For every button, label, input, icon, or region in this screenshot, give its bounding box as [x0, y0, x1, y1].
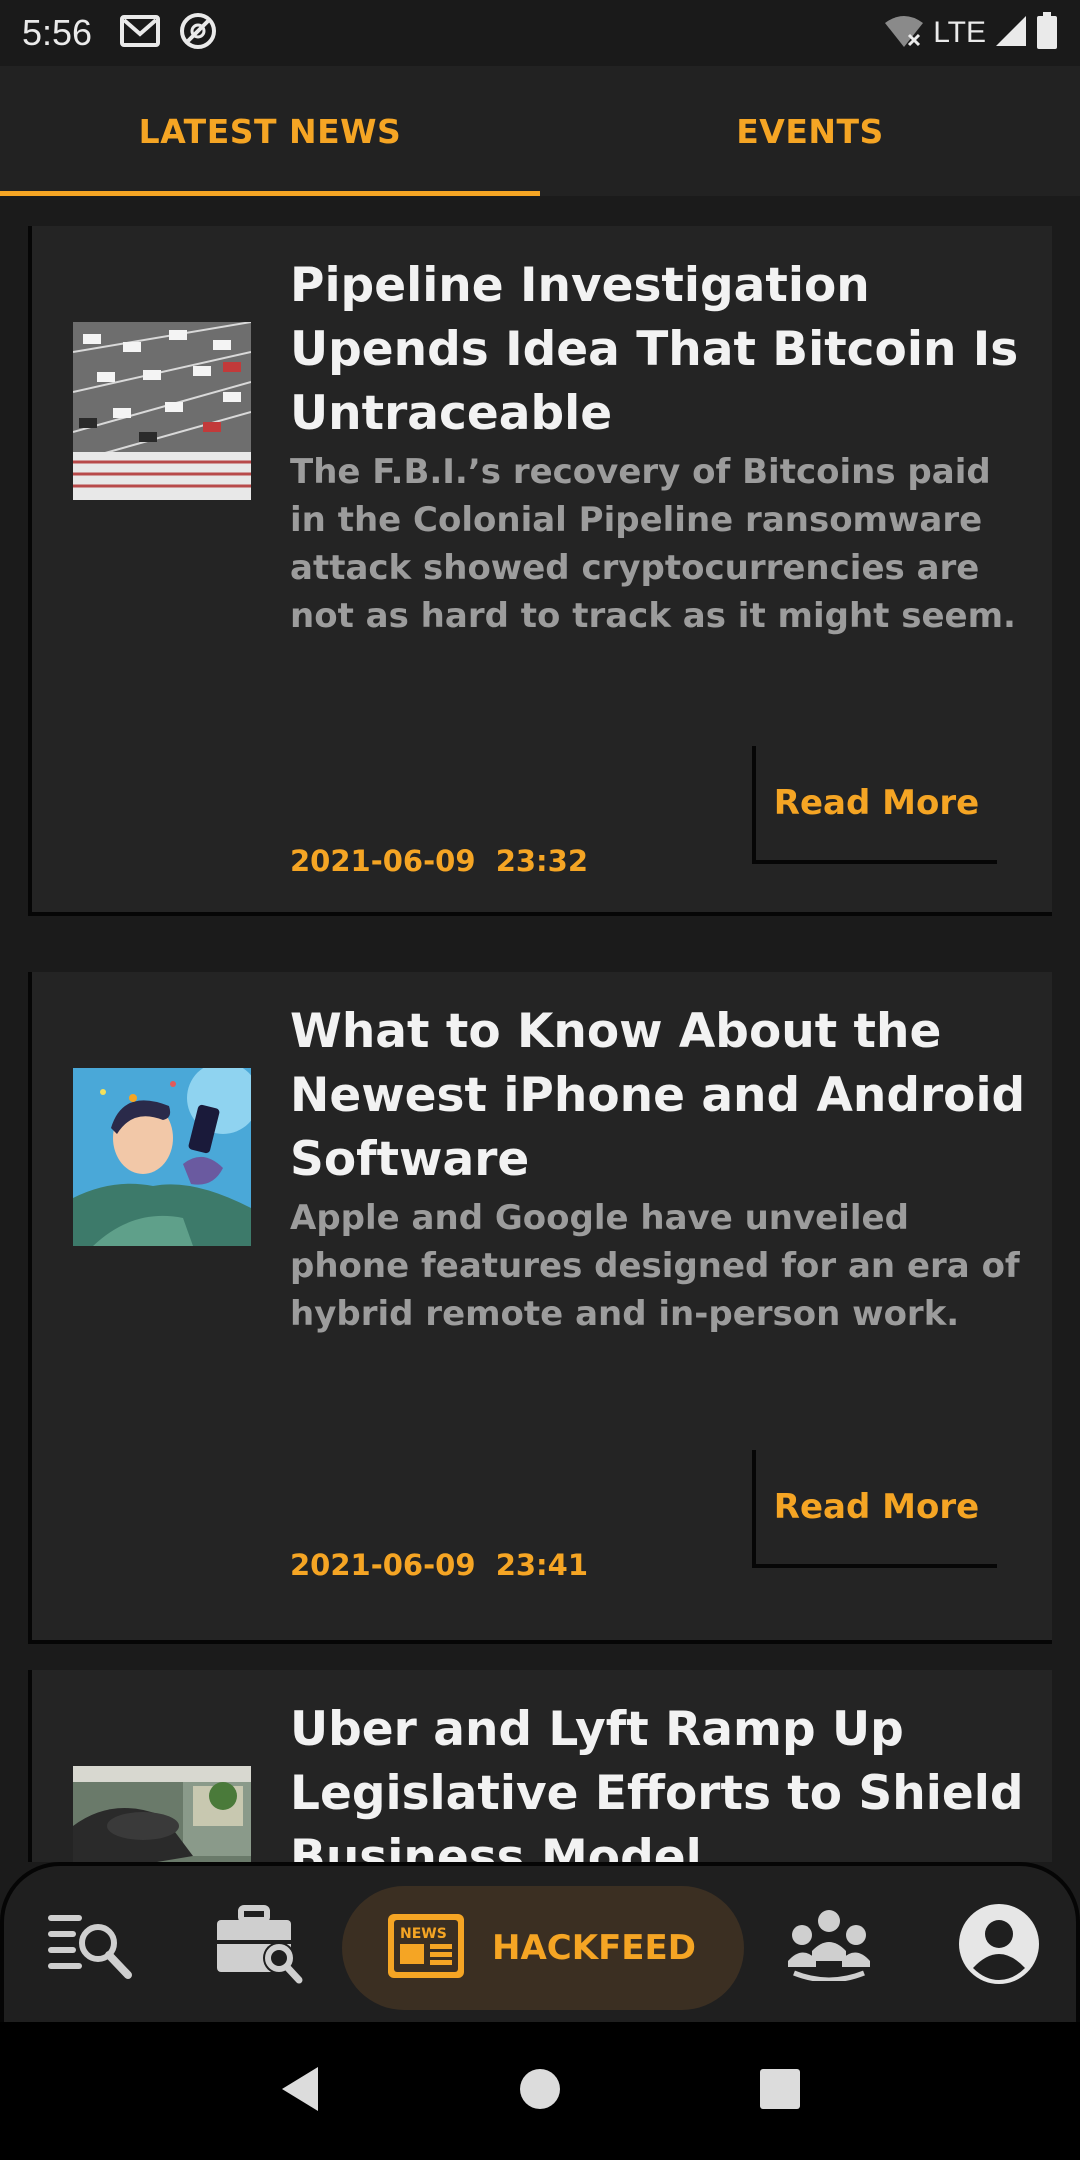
read-more-button[interactable]: Read More [752, 1450, 997, 1568]
tab-latest-news[interactable]: LATEST NEWS [0, 66, 540, 196]
article-summary: Apple and Google have unveiled phone fea… [290, 1198, 1020, 1334]
nav-account[interactable] [944, 1886, 1054, 2006]
news-icon: NEWS [384, 1910, 468, 1986]
article-date: 2021-06-09 23:32 [290, 844, 589, 878]
article-thumbnail[interactable] [73, 1068, 251, 1246]
status-time: 5:56 [22, 12, 93, 53]
network-type: LTE [933, 16, 986, 49]
nav-search-list[interactable] [34, 1886, 144, 2006]
nav-jobs[interactable] [204, 1886, 314, 2006]
status-bar: 5:56 LTE [0, 0, 1080, 66]
article-thumbnail[interactable] [73, 1766, 251, 1862]
news-feed[interactable]: Pipeline Investigation Upends Idea That … [0, 196, 1080, 1862]
article-date: 2021-06-09 23:41 [290, 1548, 589, 1582]
nav-hackfeed[interactable]: NEWS HACKFEED [342, 1886, 744, 2010]
tab-latest-news-label: LATEST NEWS [138, 111, 402, 151]
news-card[interactable]: Pipeline Investigation Upends Idea That … [28, 226, 1052, 916]
article-title[interactable]: Pipeline Investigation Upends Idea That … [290, 254, 1030, 446]
sync-icon [178, 11, 218, 55]
signal-icon [994, 14, 1028, 52]
account-icon [957, 1902, 1041, 1990]
battery-icon [1036, 12, 1058, 54]
article-title[interactable]: What to Know About the Newest iPhone and… [290, 1000, 1030, 1192]
wifi-off-icon [883, 13, 925, 53]
read-more-label: Read More [773, 783, 980, 823]
article-summary: The F.B.I.’s recovery of Bitcoins paid i… [290, 452, 1016, 636]
news-card[interactable]: What to Know About the Newest iPhone and… [28, 972, 1052, 1644]
recents-button[interactable] [758, 2067, 802, 2115]
back-button[interactable] [278, 2065, 322, 2117]
tab-bar: LATEST NEWS EVENTS [0, 66, 1080, 196]
svg-text:NEWS: NEWS [400, 1926, 447, 1942]
briefcase-search-icon [215, 1904, 303, 1988]
community-icon [786, 1907, 872, 1985]
search-list-icon [46, 1909, 132, 1983]
news-card[interactable]: Uber and Lyft Ramp Up Legislative Effort… [28, 1670, 1052, 1862]
read-more-button[interactable]: Read More [752, 746, 997, 864]
status-notification-icons [120, 11, 218, 55]
bottom-navigation: NEWS HACKFEED [0, 1862, 1080, 2022]
tab-events-label: EVENTS [736, 111, 884, 151]
nav-hackfeed-label: HACKFEED [492, 1928, 696, 1968]
article-title[interactable]: Uber and Lyft Ramp Up Legislative Effort… [290, 1698, 1030, 1862]
system-navigation-bar [0, 2022, 1080, 2160]
tab-events[interactable]: EVENTS [540, 66, 1080, 196]
nav-community[interactable] [774, 1886, 884, 2006]
gmail-icon [120, 14, 161, 52]
read-more-label: Read More [773, 1487, 980, 1527]
article-thumbnail[interactable] [73, 322, 251, 500]
home-button[interactable] [518, 2067, 562, 2115]
